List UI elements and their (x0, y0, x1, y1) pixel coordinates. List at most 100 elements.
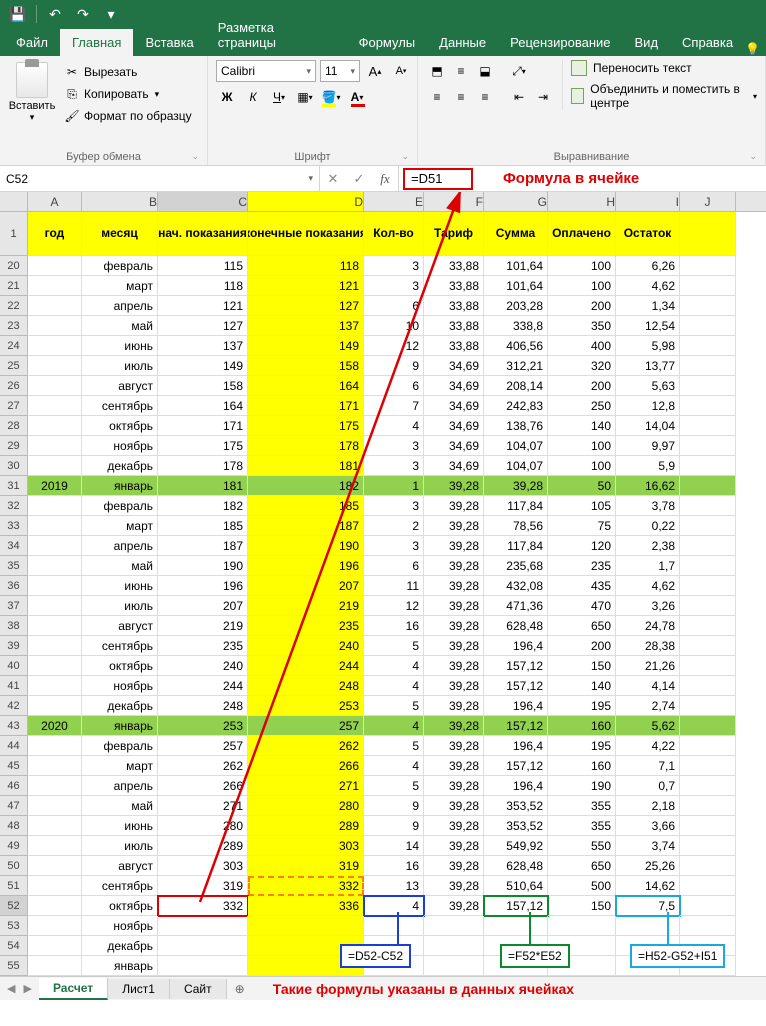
row-header[interactable]: 34 (0, 536, 28, 556)
sheet-tab[interactable]: Расчет (39, 978, 108, 1000)
cell[interactable] (28, 676, 82, 696)
tab-help[interactable]: Справка (670, 29, 745, 56)
cell[interactable]: 117,84 (484, 536, 548, 556)
cell[interactable] (28, 296, 82, 316)
cell[interactable] (28, 416, 82, 436)
row-header[interactable]: 24 (0, 336, 28, 356)
cell[interactable]: 289 (158, 836, 248, 856)
cell[interactable] (680, 456, 736, 476)
cell[interactable]: 117,84 (484, 496, 548, 516)
tab-view[interactable]: Вид (623, 29, 671, 56)
align-left-icon[interactable]: ≡ (426, 86, 448, 108)
col-header[interactable]: J (680, 192, 736, 211)
row-header[interactable]: 46 (0, 776, 28, 796)
cell[interactable] (28, 596, 82, 616)
cell[interactable] (28, 856, 82, 876)
cell[interactable] (28, 836, 82, 856)
cell[interactable]: 235 (548, 556, 616, 576)
cell[interactable] (680, 816, 736, 836)
row-header[interactable]: 35 (0, 556, 28, 576)
row-header[interactable]: 33 (0, 516, 28, 536)
qat-customize-icon[interactable]: ▾ (99, 2, 123, 26)
cell[interactable]: 39,28 (424, 716, 484, 736)
col-header[interactable]: G (484, 192, 548, 211)
cell[interactable]: 39,28 (424, 496, 484, 516)
row-header[interactable]: 39 (0, 636, 28, 656)
cell[interactable]: 266 (158, 776, 248, 796)
cell[interactable]: 39,28 (424, 776, 484, 796)
row-header[interactable]: 1 (0, 212, 28, 256)
row-header[interactable]: 27 (0, 396, 28, 416)
cell[interactable] (158, 916, 248, 936)
cell[interactable]: 3 (364, 276, 424, 296)
cell[interactable]: 303 (248, 836, 364, 856)
cell[interactable]: 195 (548, 736, 616, 756)
cell[interactable]: ноябрь (82, 676, 158, 696)
col-header[interactable]: E (364, 192, 424, 211)
cell[interactable]: 160 (548, 716, 616, 736)
cell[interactable]: 182 (158, 496, 248, 516)
cell[interactable]: 235 (158, 636, 248, 656)
cell[interactable]: 336 (248, 896, 364, 916)
row-header[interactable]: 44 (0, 736, 28, 756)
cell[interactable] (680, 536, 736, 556)
cell[interactable]: 39,28 (424, 876, 484, 896)
col-header[interactable]: C (158, 192, 248, 211)
cell[interactable]: 242,83 (484, 396, 548, 416)
cell[interactable]: 3 (364, 436, 424, 456)
cell[interactable] (28, 916, 82, 936)
merge-center-button[interactable]: Объединить и поместить в центре▾ (571, 82, 757, 110)
tab-page-layout[interactable]: Разметка страницы (206, 14, 347, 56)
cell[interactable]: март (82, 276, 158, 296)
cell[interactable]: сентябрь (82, 636, 158, 656)
cell[interactable]: 219 (248, 596, 364, 616)
cell[interactable]: 34,69 (424, 376, 484, 396)
cell[interactable]: 5,98 (616, 336, 680, 356)
row-header[interactable]: 40 (0, 656, 28, 676)
col-header[interactable]: F (424, 192, 484, 211)
format-painter-button[interactable]: 🖌Формат по образцу (60, 106, 196, 126)
cell[interactable]: 160 (548, 756, 616, 776)
cell[interactable]: 5 (364, 736, 424, 756)
cell[interactable]: 12 (364, 596, 424, 616)
cell[interactable]: 353,52 (484, 816, 548, 836)
tab-data[interactable]: Данные (427, 29, 498, 56)
cell[interactable]: ноябрь (82, 916, 158, 936)
cell[interactable]: 171 (158, 416, 248, 436)
cell[interactable]: 39,28 (484, 476, 548, 496)
cell[interactable] (28, 816, 82, 836)
cell[interactable]: март (82, 756, 158, 776)
cell[interactable]: 628,48 (484, 856, 548, 876)
cell[interactable]: 319 (248, 856, 364, 876)
cell[interactable]: 257 (158, 736, 248, 756)
cell[interactable]: 39,28 (424, 836, 484, 856)
align-right-icon[interactable]: ≡ (474, 86, 496, 108)
row-header[interactable]: 29 (0, 436, 28, 456)
cell[interactable]: 0,7 (616, 776, 680, 796)
cell[interactable]: 33,88 (424, 296, 484, 316)
cell[interactable]: июнь (82, 816, 158, 836)
cell[interactable]: 355 (548, 816, 616, 836)
cell[interactable]: 262 (248, 736, 364, 756)
cell[interactable]: 196,4 (484, 696, 548, 716)
cell[interactable]: 33,88 (424, 276, 484, 296)
cell[interactable] (680, 616, 736, 636)
decrease-font-icon[interactable]: A▾ (390, 60, 412, 82)
cell[interactable]: 39,28 (424, 796, 484, 816)
cell[interactable]: 25,26 (616, 856, 680, 876)
add-sheet-icon[interactable]: ⊕ (227, 982, 253, 996)
cell[interactable] (28, 536, 82, 556)
cell[interactable]: 3 (364, 496, 424, 516)
increase-indent-icon[interactable]: ⇥ (532, 86, 554, 108)
cell[interactable]: 7,1 (616, 756, 680, 776)
cell[interactable]: октябрь (82, 416, 158, 436)
row-header[interactable]: 50 (0, 856, 28, 876)
cell[interactable] (680, 416, 736, 436)
cell[interactable]: 207 (248, 576, 364, 596)
cell[interactable]: сентябрь (82, 396, 158, 416)
cell[interactable]: февраль (82, 736, 158, 756)
cell[interactable]: 235,68 (484, 556, 548, 576)
cell[interactable]: 14,62 (616, 876, 680, 896)
cell[interactable] (158, 936, 248, 956)
cell[interactable]: 203,28 (484, 296, 548, 316)
